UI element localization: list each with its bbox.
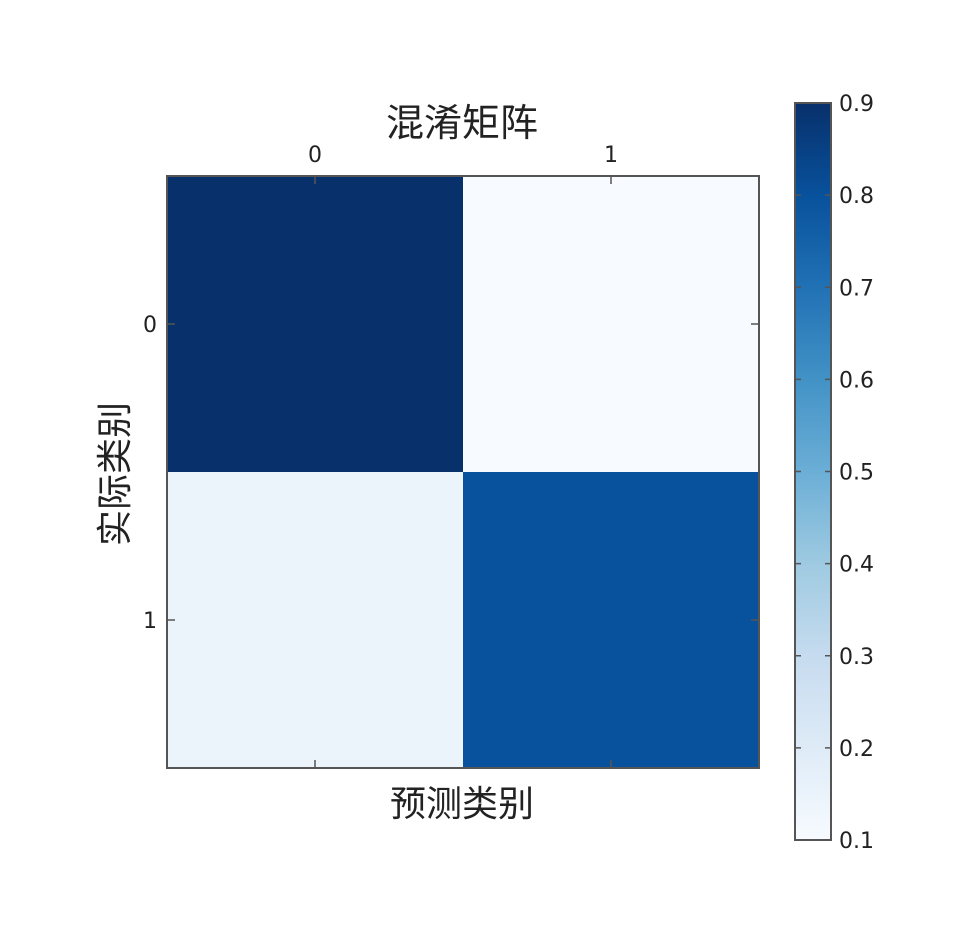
x-axis-label: 预测类别 (390, 784, 534, 825)
colorbar-tick-label-4: 0.5 (839, 461, 874, 486)
colorbar-tick-label-8: 0.9 (839, 92, 874, 117)
colorbar-tick-label-5: 0.6 (839, 368, 874, 393)
heatmap-cell-1-0 (167, 472, 463, 768)
heatmap-cell-1-1 (463, 472, 759, 768)
colorbar-tick-label-2: 0.3 (839, 645, 874, 670)
y-axis-label: 实际类别 (95, 402, 136, 546)
colorbar-tick-label-7: 0.8 (839, 184, 874, 209)
x-tick-label-0: 0 (308, 143, 322, 168)
heatmap-cells (167, 176, 759, 768)
colorbar-tick-label-3: 0.4 (839, 553, 874, 578)
y-tick-label-1: 1 (143, 609, 157, 634)
x-tick-label-1: 1 (604, 143, 618, 168)
confusion-matrix-chart: 混淆矩阵 0 1 0 1 预测类别 实际类别 0.1 0.2 0.3 0.4 0.5 0.6 0.… (95, 92, 874, 854)
colorbar-tick-label-1: 0.2 (839, 737, 874, 762)
colorbar-tick-label-0: 0.1 (839, 829, 874, 854)
chart-title: 混淆矩阵 (386, 101, 538, 145)
heatmap-cell-0-1 (463, 176, 759, 472)
y-tick-label-0: 0 (143, 313, 157, 338)
colorbar-tick-label-6: 0.7 (839, 276, 874, 301)
heatmap-cell-0-0 (167, 176, 463, 472)
